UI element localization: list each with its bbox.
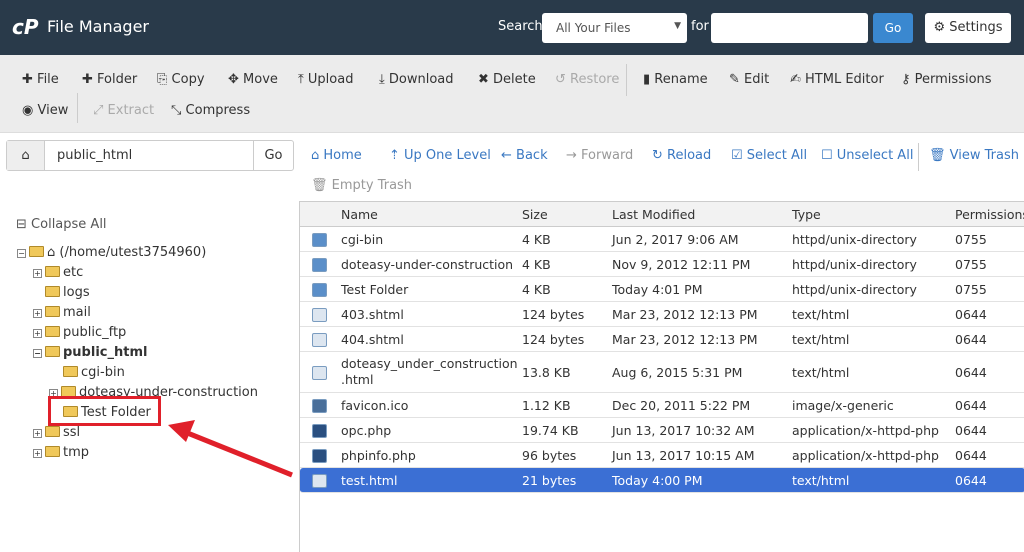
table-row[interactable]: Test Folder 4 KB Today 4:01 PM httpd/unix-d… xyxy=(300,277,1024,302)
cell-type: text/html xyxy=(792,365,850,380)
php-file-icon xyxy=(312,448,327,463)
cell-type: image/x-generic xyxy=(792,398,894,413)
cell-type: text/html xyxy=(792,473,850,488)
toolbar-divider xyxy=(77,93,78,123)
cell-type: text/html xyxy=(792,307,850,322)
table-row[interactable]: favicon.ico 1.12 KB Dec 20, 2011 5:22 PM im… xyxy=(300,393,1024,418)
cell-modified: Jun 13, 2017 10:15 AM xyxy=(612,448,755,463)
cell-name: doteasy-under-construction xyxy=(341,257,514,272)
column-header-permissions[interactable]: Permissions xyxy=(955,207,1024,222)
cell-type: text/html xyxy=(792,332,850,347)
cell-size: 4 KB xyxy=(522,232,551,247)
column-header-size[interactable]: Size xyxy=(522,207,548,222)
table-header: Name Size Last Modified Type Permissions xyxy=(300,202,1024,227)
cell-size: 21 bytes xyxy=(522,473,577,488)
image-file-icon xyxy=(312,398,327,413)
cell-perms: 0644 xyxy=(955,332,987,347)
folder-icon xyxy=(312,282,327,297)
cell-size: 96 bytes xyxy=(522,448,577,463)
file-table: Name Size Last Modified Type Permissions cgi… xyxy=(299,201,1024,552)
cell-modified: Nov 9, 2012 12:11 PM xyxy=(612,257,751,272)
cell-size: 124 bytes xyxy=(522,332,585,347)
cell-perms: 0644 xyxy=(955,307,987,322)
table-row[interactable]: phpinfo.php 96 bytes Jun 13, 2017 10:15 AM… xyxy=(300,443,1024,468)
column-header-last-modified[interactable]: Last Modified xyxy=(612,207,695,222)
cell-modified: Aug 6, 2015 5:31 PM xyxy=(612,365,743,380)
column-header-type[interactable]: Type xyxy=(792,207,821,222)
cell-name: opc.php xyxy=(341,423,392,438)
cell-type: application/x-httpd-php xyxy=(792,448,939,463)
cell-name: Test Folder xyxy=(341,282,409,297)
cell-perms: 0755 xyxy=(955,257,987,272)
cell-type: application/x-httpd-php xyxy=(792,423,939,438)
folder-icon xyxy=(312,232,327,247)
column-header-name[interactable]: Name xyxy=(341,207,378,222)
html-file-icon xyxy=(312,332,327,347)
cell-name: phpinfo.php xyxy=(341,448,416,463)
cell-perms: 0644 xyxy=(955,423,987,438)
table-row[interactable]: 404.shtml 124 bytes Mar 23, 2012 12:13 PM t… xyxy=(300,327,1024,352)
cell-perms: 0644 xyxy=(955,398,987,413)
cell-size: 1.12 KB xyxy=(522,398,571,413)
table-row[interactable]: test.html 21 bytes Today 4:00 PM text/html 0… xyxy=(300,468,1024,493)
nav-divider xyxy=(918,143,919,171)
cell-modified: Mar 23, 2012 12:13 PM xyxy=(612,332,758,347)
cell-name: doteasy_under_construction .html xyxy=(341,356,518,387)
cell-perms: 0644 xyxy=(955,473,987,488)
cell-size: 19.74 KB xyxy=(522,423,579,438)
cell-modified: Mar 23, 2012 12:13 PM xyxy=(612,307,758,322)
cell-name: favicon.ico xyxy=(341,398,409,413)
table-row[interactable]: opc.php 19.74 KB Jun 13, 2017 10:32 AM appl… xyxy=(300,418,1024,443)
cell-perms: 0644 xyxy=(955,365,987,380)
cell-size: 4 KB xyxy=(522,282,551,297)
table-row[interactable]: doteasy-under-construction 4 KB Nov 9, 201… xyxy=(300,252,1024,277)
cell-modified: Dec 20, 2011 5:22 PM xyxy=(612,398,751,413)
cell-modified: Today 4:01 PM xyxy=(612,282,703,297)
cell-perms: 0755 xyxy=(955,232,987,247)
html-file-icon xyxy=(312,307,327,322)
cell-size: 13.8 KB xyxy=(522,365,571,380)
cell-perms: 0755 xyxy=(955,282,987,297)
cell-modified: Jun 13, 2017 10:32 AM xyxy=(612,423,755,438)
cell-type: httpd/unix-directory xyxy=(792,232,917,247)
cell-type: httpd/unix-directory xyxy=(792,282,917,297)
cell-size: 124 bytes xyxy=(522,307,585,322)
cell-name: 403.shtml xyxy=(341,307,404,322)
cell-modified: Today 4:00 PM xyxy=(612,473,703,488)
cell-perms: 0644 xyxy=(955,448,987,463)
php-file-icon xyxy=(312,423,327,438)
cell-size: 4 KB xyxy=(522,257,551,272)
toolbar-divider xyxy=(626,64,627,96)
html-file-icon xyxy=(312,473,327,488)
cell-modified: Jun 2, 2017 9:06 AM xyxy=(612,232,739,247)
html-file-icon xyxy=(312,365,327,380)
table-row[interactable]: doteasy_under_construction .html 13.8 KB A… xyxy=(300,352,1024,393)
cell-name: test.html xyxy=(341,473,398,488)
cell-type: httpd/unix-directory xyxy=(792,257,917,272)
cell-name: cgi-bin xyxy=(341,232,384,247)
table-row[interactable]: cgi-bin 4 KB Jun 2, 2017 9:06 AM httpd/unix… xyxy=(300,227,1024,252)
cell-name: 404.shtml xyxy=(341,332,404,347)
folder-icon xyxy=(312,257,327,272)
table-row[interactable]: 403.shtml 124 bytes Mar 23, 2012 12:13 PM t… xyxy=(300,302,1024,327)
